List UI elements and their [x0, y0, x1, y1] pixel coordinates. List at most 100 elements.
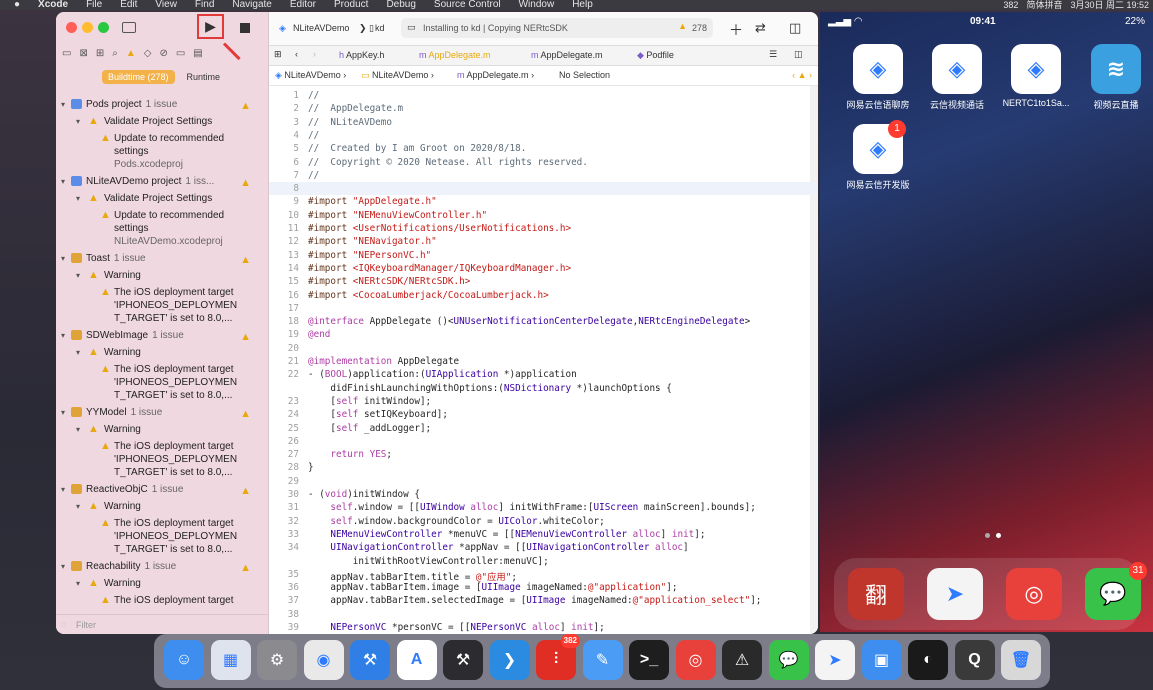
- xcode-icon[interactable]: ⚒: [350, 640, 390, 680]
- issue-target[interactable]: ▾ Reachability 1 issue ▲: [56, 558, 269, 575]
- toggle-navigator-icon[interactable]: [122, 22, 136, 33]
- jump-bar-item[interactable]: ◈ NLiteAVDemo ›: [275, 70, 346, 81]
- issue-item[interactable]: ▲ Update to recommended settings NLiteAVDem…: [56, 207, 269, 250]
- jump-bar-item[interactable]: m AppDelegate.m ›: [457, 70, 534, 80]
- issue-project[interactable]: ▾ NLiteAVDemo project 1 iss... ▲: [56, 173, 269, 190]
- editor-scrollbar[interactable]: [810, 86, 818, 634]
- menu-xcode[interactable]: Xcode: [29, 0, 77, 10]
- issue-target[interactable]: ▾ Toast 1 issue ▲: [56, 250, 269, 267]
- minimize-window-button[interactable]: [82, 22, 93, 33]
- editor-grid-icon[interactable]: ⊞: [274, 49, 282, 60]
- instruments-icon[interactable]: ⚒: [443, 640, 483, 680]
- issue-group[interactable]: ▾ ▲ Validate Project Settings: [56, 190, 269, 207]
- library-add-button[interactable]: ＋: [729, 20, 743, 40]
- issue-item[interactable]: ▲ The iOS deployment target 'IPHONEOS_DEPL…: [56, 361, 269, 404]
- menu-find[interactable]: Find: [186, 0, 223, 10]
- close-window-button[interactable]: [66, 22, 77, 33]
- issue-navigation-arrows[interactable]: ‹ ▲ ›: [792, 70, 812, 80]
- menu-edit[interactable]: Edit: [111, 0, 146, 10]
- issue-item[interactable]: ▲ The iOS deployment target: [56, 592, 269, 609]
- issue-target[interactable]: ▾ YYModel 1 issue ▲: [56, 404, 269, 421]
- source-control-icon[interactable]: ⊠: [79, 48, 87, 59]
- obs-icon[interactable]: ◐: [908, 640, 948, 680]
- issue-item[interactable]: ▲ Update to recommended settings Pods.xcode…: [56, 130, 269, 173]
- breakpoint-icon[interactable]: ▭: [176, 48, 185, 59]
- issue-group[interactable]: ▾ ▲ Warning: [56, 344, 269, 361]
- quicktime-icon[interactable]: Q: [954, 640, 995, 680]
- system-preferences-icon[interactable]: ⚙: [257, 640, 297, 680]
- disclosure-triangle-icon[interactable]: ▾: [61, 481, 65, 498]
- jump-bar-item[interactable]: ▭ NLiteAVDemo ›: [361, 70, 434, 81]
- disclosure-triangle-icon[interactable]: ▾: [76, 113, 80, 130]
- home-app-1[interactable]: ◈ 云信视频通话: [929, 44, 985, 111]
- wechat-icon[interactable]: 💬: [768, 640, 809, 680]
- ios-dock-app[interactable]: 翻: [848, 568, 904, 620]
- issue-target[interactable]: ▾ SDWebImage 1 issue ▲: [56, 327, 269, 344]
- launchpad-icon[interactable]: ▦: [210, 640, 251, 680]
- apple-menu[interactable]: ●: [0, 0, 29, 10]
- home-app-3[interactable]: ≋ 视频云直播: [1088, 44, 1144, 111]
- editor-tab[interactable]: ◆ Podfile: [637, 50, 674, 61]
- menu-view[interactable]: View: [146, 0, 186, 10]
- disclosure-triangle-icon[interactable]: ▾: [76, 267, 80, 284]
- issue-item[interactable]: ▲ The iOS deployment target 'IPHONEOS_DEPL…: [56, 438, 269, 481]
- menu-window[interactable]: Window: [510, 0, 564, 10]
- disclosure-triangle-icon[interactable]: ▾: [61, 327, 65, 344]
- console-icon[interactable]: ⚠: [722, 640, 762, 680]
- test-icon[interactable]: ◇: [144, 48, 152, 59]
- issue-project[interactable]: ▾ Pods project 1 issue ▲: [56, 96, 269, 113]
- debug-icon[interactable]: ⊘: [159, 48, 167, 59]
- app-store-icon[interactable]: A: [396, 640, 437, 680]
- menu-product[interactable]: Product: [325, 0, 377, 10]
- segment-runtime[interactable]: Runtime: [181, 70, 227, 84]
- disclosure-triangle-icon[interactable]: ▾: [76, 575, 80, 592]
- disclosure-triangle-icon[interactable]: ▾: [61, 404, 65, 421]
- issue-group[interactable]: ▾ ▲ Validate Project Settings: [56, 113, 269, 130]
- disclosure-triangle-icon[interactable]: ▾: [76, 498, 80, 515]
- paw-icon[interactable]: ✎: [582, 640, 623, 680]
- issue-target[interactable]: ▾ ReactiveObjC 1 issue ▲: [56, 481, 269, 498]
- pinduoduo-icon[interactable]: ⫶ 382: [536, 634, 580, 680]
- warning-icon[interactable]: ▲: [678, 21, 687, 31]
- zoom-window-button[interactable]: [98, 22, 109, 33]
- menu-editor[interactable]: Editor: [281, 0, 325, 10]
- feishu-icon[interactable]: ➤: [815, 640, 855, 680]
- find-icon[interactable]: ⌕: [112, 48, 118, 59]
- ios-dock-app[interactable]: ➤: [927, 568, 983, 620]
- scheme-selector[interactable]: NLiteAVDemo: [293, 23, 349, 33]
- run-button[interactable]: ▶: [197, 14, 224, 39]
- stop-button[interactable]: [240, 23, 250, 33]
- editor-tab[interactable]: h AppKey.h: [339, 50, 384, 60]
- menu-debug[interactable]: Debug: [377, 0, 424, 10]
- menu-help[interactable]: Help: [563, 0, 602, 10]
- simulator-icon[interactable]: ▣: [861, 640, 902, 680]
- report-icon[interactable]: ▤: [193, 48, 202, 59]
- ios-dock-app[interactable]: ◎: [1006, 568, 1062, 620]
- forward-arrow-icon[interactable]: ›: [313, 49, 316, 59]
- input-method[interactable]: 简体拼音: [1026, 0, 1062, 10]
- warning-count[interactable]: 278: [692, 23, 707, 33]
- disclosure-triangle-icon[interactable]: ▾: [76, 344, 80, 361]
- menu-source-control[interactable]: Source Control: [425, 0, 510, 10]
- issue-item[interactable]: ▲ The iOS deployment target 'IPHONEOS_DEPL…: [56, 284, 269, 327]
- disclosure-triangle-icon[interactable]: ▾: [61, 96, 65, 113]
- symbol-icon[interactable]: ⊞: [96, 48, 104, 59]
- issue-item[interactable]: ▲ The iOS deployment target 'IPHONEOS_DEPL…: [56, 515, 269, 558]
- netease-music-icon[interactable]: ◎: [675, 640, 716, 680]
- disclosure-triangle-icon[interactable]: ▾: [76, 421, 80, 438]
- related-items-icon[interactable]: ☰: [769, 49, 777, 60]
- jump-bar-item[interactable]: No Selection: [559, 70, 610, 80]
- vscode-icon[interactable]: ❯: [489, 640, 530, 680]
- issue-group[interactable]: ▾ ▲ Warning: [56, 267, 269, 284]
- code-editor[interactable]: 1 // 2 // AppDelegate.m 3 // NLiteAVDemo 4 // 5 /…: [269, 86, 818, 634]
- segment-buildtime[interactable]: Buildtime (278): [102, 70, 175, 84]
- disclosure-triangle-icon[interactable]: ▾: [61, 173, 65, 190]
- home-app-0[interactable]: ◈ 网易云信语聊房: [846, 44, 910, 111]
- editor-tab[interactable]: m AppDelegate.m: [419, 50, 491, 60]
- chrome-icon[interactable]: ◉: [303, 640, 344, 680]
- menu-file[interactable]: File: [77, 0, 111, 10]
- folder-icon[interactable]: ▭: [62, 48, 71, 59]
- home-app-4[interactable]: ◈ 网易云信开发版 1: [846, 120, 910, 191]
- finder-icon[interactable]: ☺: [164, 640, 204, 680]
- disclosure-triangle-icon[interactable]: ▾: [76, 190, 80, 207]
